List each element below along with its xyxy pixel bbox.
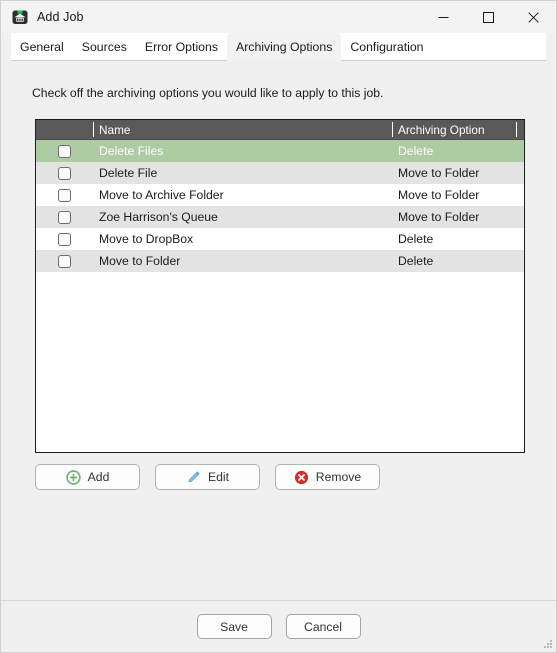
- row-checkbox-cell[interactable]: [58, 206, 71, 228]
- row-checkbox-cell[interactable]: [58, 162, 71, 184]
- row-option: Move to Folder: [398, 188, 480, 202]
- archiving-options-list[interactable]: Name Archiving Option Delete Files Delet…: [35, 119, 525, 453]
- tab-label: Error Options: [144, 39, 218, 54]
- row-checkbox[interactable]: [58, 210, 71, 224]
- row-name: Delete File: [99, 166, 158, 180]
- row-option: Move to Folder: [398, 210, 480, 224]
- column-header-archiving-option-label: Archiving Option: [398, 122, 485, 137]
- remove-circle-icon: [294, 470, 309, 485]
- row-name: Zoe Harrison's Queue: [99, 210, 218, 224]
- minimize-icon: [438, 16, 449, 18]
- row-option: Delete: [398, 254, 434, 268]
- save-button-label: Save: [220, 619, 248, 634]
- resize-grip[interactable]: [543, 639, 553, 649]
- tab-label: Configuration: [350, 39, 424, 54]
- tab-strip: General Sources Error Options Archiving …: [11, 33, 546, 61]
- row-checkbox[interactable]: [58, 166, 71, 180]
- tab-label: Sources: [81, 39, 127, 54]
- row-checkbox-cell[interactable]: [58, 184, 71, 206]
- row-checkbox[interactable]: [58, 232, 71, 246]
- row-name: Delete Files: [99, 144, 164, 158]
- remove-button-label: Remove: [315, 470, 362, 484]
- archiving-options-panel: Check off the archiving options you woul…: [11, 61, 546, 600]
- row-option: Delete: [398, 144, 434, 158]
- title-bar: Add Job: [1, 1, 556, 33]
- app-icon: [12, 9, 28, 25]
- edit-button[interactable]: Edit: [155, 464, 260, 490]
- edit-button-label: Edit: [207, 470, 229, 484]
- row-checkbox[interactable]: [58, 188, 71, 202]
- column-separator-end[interactable]: [516, 122, 517, 137]
- table-row[interactable]: Zoe Harrison's Queue Move to Folder: [36, 206, 524, 228]
- column-header-name[interactable]: Name: [93, 120, 393, 139]
- table-row[interactable]: Delete Files Delete: [36, 140, 524, 162]
- table-row[interactable]: Move to Archive Folder Move to Folder: [36, 184, 524, 206]
- tab-configuration[interactable]: Configuration: [341, 33, 432, 60]
- tab-archiving-options[interactable]: Archiving Options: [227, 33, 342, 61]
- remove-button[interactable]: Remove: [275, 464, 380, 490]
- window-title: Add Job: [37, 10, 84, 24]
- row-checkbox-cell[interactable]: [58, 250, 71, 272]
- plus-circle-icon: [65, 469, 81, 485]
- table-row[interactable]: Move to DropBox Delete: [36, 228, 524, 250]
- row-checkbox-cell[interactable]: [58, 140, 71, 162]
- dialog-footer: Save Cancel: [1, 601, 556, 652]
- tab-strip-container: General Sources Error Options Archiving …: [1, 33, 556, 61]
- list-header: Name Archiving Option: [36, 120, 524, 140]
- row-name: Move to DropBox: [99, 232, 194, 246]
- cancel-button-label: Cancel: [304, 619, 342, 634]
- row-checkbox[interactable]: [58, 144, 71, 158]
- list-action-bar: Add Edit Remove: [35, 464, 380, 490]
- tab-label: Archiving Options: [236, 39, 333, 54]
- tab-general[interactable]: General: [11, 33, 73, 60]
- maximize-icon: [483, 11, 494, 23]
- close-icon: [528, 11, 539, 23]
- row-name: Move to Archive Folder: [99, 188, 224, 202]
- add-job-dialog: Add Job General Sources Error Options Ar…: [0, 0, 557, 653]
- close-button[interactable]: [511, 1, 556, 33]
- instruction-text: Check off the archiving options you woul…: [32, 86, 384, 100]
- maximize-button[interactable]: [466, 1, 511, 33]
- tab-label: General: [20, 39, 64, 54]
- add-button-label: Add: [87, 470, 110, 484]
- minimize-button[interactable]: [421, 1, 466, 33]
- row-option: Move to Folder: [398, 166, 480, 180]
- save-button[interactable]: Save: [196, 614, 272, 639]
- tab-error-options[interactable]: Error Options: [136, 33, 227, 60]
- row-checkbox[interactable]: [58, 254, 71, 268]
- row-option: Delete: [398, 232, 434, 246]
- add-button[interactable]: Add: [35, 464, 140, 490]
- pencil-icon: [186, 470, 201, 485]
- window-controls: [421, 1, 556, 33]
- table-row[interactable]: Delete File Move to Folder: [36, 162, 524, 184]
- column-header-archiving-option[interactable]: Archiving Option: [392, 120, 516, 139]
- tab-strip-filler: [432, 33, 546, 61]
- row-checkbox-cell[interactable]: [58, 228, 71, 250]
- row-name: Move to Folder: [99, 254, 181, 268]
- table-row[interactable]: Move to Folder Delete: [36, 250, 524, 272]
- cancel-button[interactable]: Cancel: [285, 614, 361, 639]
- column-header-name-label: Name: [99, 122, 131, 137]
- tab-sources[interactable]: Sources: [73, 33, 136, 60]
